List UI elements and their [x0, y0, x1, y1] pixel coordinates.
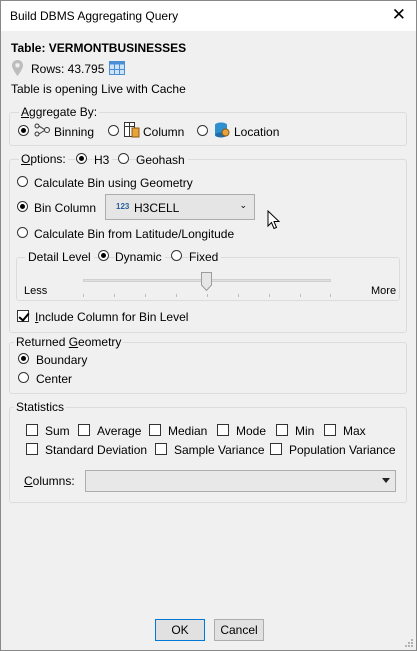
radio-location[interactable]: [197, 125, 208, 136]
column-icon: [124, 122, 140, 138]
radio-calc-geometry[interactable]: [17, 176, 28, 187]
checkbox-standard-deviation[interactable]: [26, 443, 38, 455]
columns-label: Columns:: [24, 474, 75, 488]
label-min: Min: [295, 424, 315, 438]
include-column-label-text: nclude Column for Bin Level: [38, 310, 189, 324]
aggregate-legend: Aggregate By:: [19, 105, 100, 119]
radio-column[interactable]: [108, 125, 119, 136]
label-calc-latlon: Calculate Bin from Latitude/Longitude: [34, 227, 235, 241]
label-geohash: Geohash: [136, 153, 188, 167]
label-standard-deviation: Standard Deviation: [45, 443, 148, 457]
checkbox-average[interactable]: [78, 424, 90, 436]
label-binning: Binning: [54, 125, 95, 139]
label-population-variance: Population Variance: [289, 443, 396, 457]
slider-tick: [145, 294, 146, 297]
label-calc-geometry: Calculate Bin using Geometry: [34, 176, 193, 190]
label-dynamic: Dynamic: [115, 250, 165, 264]
dropdown-arrow-icon: [382, 478, 390, 483]
dropdown-arrow-icon: ⌄: [239, 200, 247, 210]
checkbox-population-variance[interactable]: [270, 443, 282, 455]
radio-h3[interactable]: [76, 153, 87, 164]
label-column: Column: [143, 125, 185, 139]
checkbox-median[interactable]: [149, 424, 161, 436]
map-pin-icon: [12, 60, 23, 76]
dialog-window: Build DBMS Aggregating Query ✕ Table: VE…: [0, 0, 417, 651]
bin-column-value: H3CELL: [134, 201, 180, 215]
label-bin-column: Bin Column: [34, 201, 97, 215]
rows-count: Rows: 43.795: [31, 62, 105, 76]
slider-more-label: More: [371, 285, 397, 297]
options-legend-text: ptions:: [30, 152, 66, 166]
numeric-type-icon: 123: [116, 202, 130, 211]
detail-level-label: Detail Level: [25, 250, 94, 264]
checkbox-sample-variance[interactable]: [155, 443, 167, 455]
slider-tick: [269, 294, 270, 297]
slider-tick: [238, 294, 239, 297]
checkbox-sum[interactable]: [26, 424, 38, 436]
close-icon[interactable]: ✕: [392, 6, 406, 23]
radio-boundary[interactable]: [18, 353, 29, 364]
slider-less-label: Less: [24, 285, 48, 297]
geometry-legend: Returned Geometry: [14, 335, 124, 349]
label-max: Max: [343, 424, 366, 438]
resize-grip-icon[interactable]: [403, 637, 414, 648]
mouse-cursor-icon: [267, 210, 280, 230]
checkbox-mode[interactable]: [217, 424, 229, 436]
checkbox-min[interactable]: [276, 424, 288, 436]
columns-select[interactable]: [85, 470, 396, 492]
radio-fixed[interactable]: [171, 250, 182, 261]
ok-button[interactable]: OK: [155, 619, 205, 641]
options-legend: Options:: [19, 152, 68, 166]
cancel-button[interactable]: Cancel: [214, 619, 264, 641]
radio-calc-latlon[interactable]: [17, 227, 28, 238]
label-fixed: Fixed: [189, 250, 222, 264]
columns-label-text: olumns:: [32, 474, 75, 488]
detail-slider-thumb[interactable]: [201, 272, 212, 291]
slider-tick: [300, 294, 301, 297]
label-sample-variance: Sample Variance: [174, 443, 265, 457]
slider-tick: [114, 294, 115, 297]
binning-icon: [34, 123, 50, 137]
label-center: Center: [36, 372, 73, 386]
radio-geohash[interactable]: [118, 153, 129, 164]
slider-tick: [330, 294, 331, 297]
label-median: Median: [168, 424, 208, 438]
radio-binning[interactable]: [18, 125, 29, 136]
slider-tick: [176, 294, 177, 297]
radio-center[interactable]: [18, 372, 29, 383]
label-location: Location: [234, 125, 280, 139]
geometry-group: [9, 342, 407, 394]
label-average: Average: [97, 424, 142, 438]
radio-dynamic[interactable]: [98, 250, 109, 261]
label-h3: H3: [94, 153, 113, 167]
slider-tick: [207, 294, 208, 297]
include-column-label: Include Column for Bin Level: [35, 310, 189, 324]
cache-status: Table is opening Live with Cache: [11, 82, 186, 96]
aggregate-legend-text: ggregate By:: [29, 105, 98, 119]
include-column-checkbox[interactable]: [17, 310, 29, 322]
label-sum: Sum: [45, 424, 70, 438]
bin-column-select[interactable]: 123 H3CELL ⌄: [105, 194, 255, 220]
database-location-icon: [215, 122, 230, 138]
title-bar: Build DBMS Aggregating Query ✕: [1, 1, 416, 31]
statistics-legend: Statistics: [14, 400, 67, 414]
checkbox-max[interactable]: [324, 424, 336, 436]
table-icon[interactable]: [109, 61, 125, 75]
table-label: Table: VERMONTBUSINESSES: [11, 41, 187, 55]
window-title: Build DBMS Aggregating Query: [10, 9, 179, 23]
label-mode: Mode: [236, 424, 267, 438]
label-boundary: Boundary: [36, 353, 88, 367]
radio-bin-column[interactable]: [17, 201, 28, 212]
slider-tick: [83, 294, 84, 297]
